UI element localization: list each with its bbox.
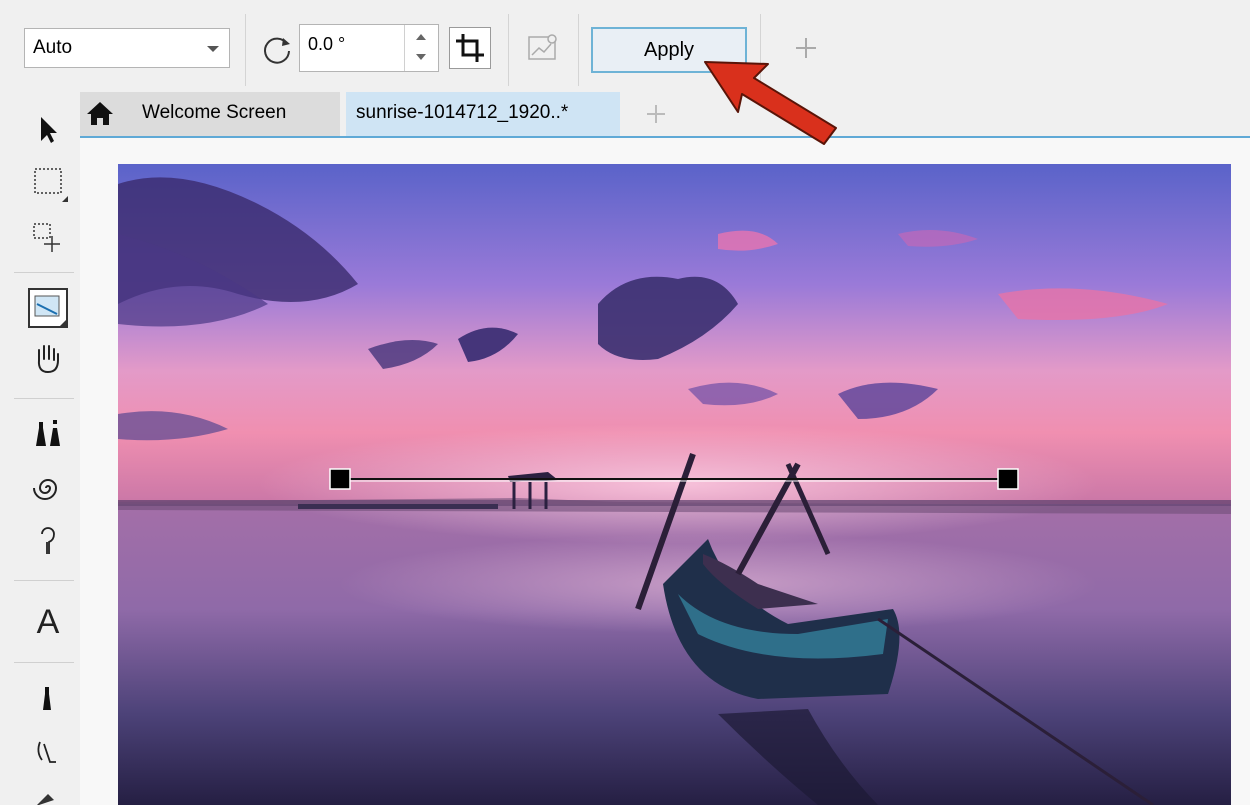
spin-down-icon[interactable] [416, 54, 426, 60]
paint-tool-icon[interactable] [28, 678, 68, 718]
fill-tool-icon[interactable] [28, 782, 68, 805]
separator [14, 272, 74, 273]
app-window: Auto 0.0 ° Apply A Welcome Screen sunris… [0, 0, 1250, 805]
swirl-effect-icon[interactable] [28, 468, 68, 508]
rotation-angle-field[interactable]: 0.0 ° [299, 24, 439, 72]
tab-welcome-screen[interactable]: Welcome Screen [80, 92, 340, 136]
separator [14, 398, 74, 399]
crop-icon [456, 34, 484, 62]
straighten-handle-right[interactable] [997, 468, 1019, 490]
pick-tool-icon[interactable] [28, 110, 68, 150]
liquify-tool-icon[interactable] [28, 520, 68, 560]
home-icon [87, 102, 113, 125]
rotation-angle-value: 0.0 ° [308, 34, 346, 54]
new-tab-icon[interactable] [642, 100, 670, 128]
separator [578, 14, 579, 86]
flyout-corner [60, 320, 66, 326]
rotation-spinner[interactable] [404, 25, 438, 71]
separator [508, 14, 509, 86]
tab-sunrise-document[interactable]: sunrise-1014712_1920..* [346, 92, 620, 136]
annotation-arrow-icon [704, 61, 837, 145]
separator [245, 14, 246, 86]
toolbox: A [0, 92, 80, 805]
straighten-mode-value: Auto [33, 37, 73, 58]
pan-tool-icon[interactable] [28, 338, 68, 378]
document-canvas[interactable] [80, 138, 1250, 805]
sunrise-image [118, 164, 1231, 805]
crop-button[interactable] [449, 27, 491, 69]
separator [14, 580, 74, 581]
spin-up-icon[interactable] [416, 34, 426, 40]
text-tool[interactable]: A [28, 602, 68, 642]
document-tab-bar: Welcome Screen sunrise-1014712_1920..* [80, 92, 1250, 138]
separator [14, 662, 74, 663]
straighten-mode-dropdown[interactable]: Auto [24, 28, 230, 68]
straighten-handle-left[interactable] [329, 468, 351, 490]
straighten-tool[interactable] [28, 288, 68, 328]
flyout-corner [62, 196, 68, 202]
sunrise-photo [118, 164, 1231, 805]
chevron-down-icon [207, 46, 219, 52]
tab-file-label: sunrise-1014712_1920..* [356, 102, 569, 123]
straighten-image-icon[interactable] [525, 30, 561, 66]
rotate-icon [264, 37, 290, 64]
property-bar: Auto 0.0 ° Apply [0, 0, 1250, 92]
tab-welcome-label: Welcome Screen [142, 102, 287, 123]
clone-tool-icon[interactable] [28, 414, 68, 454]
pen-tool-icon[interactable] [28, 732, 68, 772]
mask-transform-icon[interactable] [28, 218, 68, 258]
rectangle-mask-tool[interactable] [28, 162, 68, 202]
